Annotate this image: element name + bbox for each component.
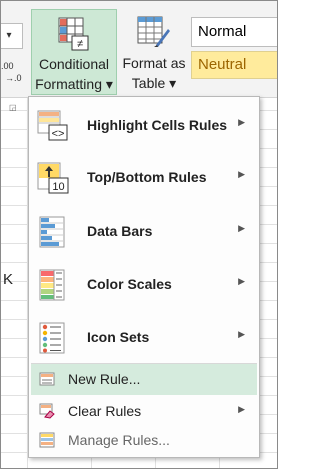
color-scales-icon [39,269,65,301]
new-rule-icon [39,372,55,386]
conditional-formatting-label-1: Conditional [38,56,110,72]
submenu-arrow-icon: ▶ [238,329,245,339]
submenu-arrow-icon: ▶ [238,404,245,414]
svg-text:10: 10 [52,181,64,193]
conditional-formatting-label-2: Formatting ▾ [35,76,113,92]
data-bars-icon [39,216,65,248]
menu-item-label: Icon Sets [87,329,150,345]
menu-item-label: Clear Rules [68,403,142,419]
manage-rules-icon [39,432,55,448]
submenu-arrow-icon: ▶ [238,117,245,127]
number-format-dropdown[interactable]: ▾ [1,23,23,49]
column-header-k: K [3,271,14,288]
submenu-arrow-icon: ▶ [238,276,245,286]
menu-item-top-bottom-rules[interactable]: 10 Top/Bottom Rules ▶ [31,152,257,204]
decrease-decimal-button[interactable]: .00 [1,61,14,71]
format-as-table-label-1: Format as [122,55,186,71]
clear-rules-icon [39,403,55,419]
menu-item-label: Data Bars [87,223,153,239]
dialog-launcher-icon[interactable]: ◲ [9,103,17,112]
conditional-formatting-button[interactable]: ≠ Conditional Formatting ▾ [31,9,117,95]
menu-item-manage-rules[interactable]: Manage Rules... [31,425,257,456]
top-bottom-rules-icon: 10 [37,162,69,194]
format-as-table-label-2: Table ▾ [131,75,177,91]
conditional-formatting-menu: <> Highlight Cells Rules ▶ 10 Top/Bottom… [28,96,260,458]
cell-style-normal[interactable]: Normal [191,17,277,47]
menu-item-label: Top/Bottom Rules [87,169,207,185]
menu-item-highlight-cells-rules[interactable]: <> Highlight Cells Rules ▶ [31,100,257,152]
conditional-formatting-icon: ≠ [58,17,89,51]
menu-item-clear-rules[interactable]: Clear Rules ▶ [31,396,257,427]
svg-text:<>: <> [52,128,65,140]
menu-item-new-rule[interactable]: New Rule... [31,364,257,395]
menu-item-label: Highlight Cells Rules [87,117,228,133]
menu-item-label: Color Scales [87,276,172,292]
svg-text:≠: ≠ [77,38,83,50]
submenu-arrow-icon: ▶ [238,169,245,179]
home-ribbon: ▾ .00 →.0 ≠ Conditional Formatting ▾ For… [1,1,277,98]
format-as-table-button[interactable]: Format as Table ▾ [119,9,189,95]
highlight-cells-rules-icon: <> [37,110,68,141]
cell-style-neutral[interactable]: Neutral [191,51,277,79]
number-format-group: ▾ .00 →.0 [1,1,25,97]
excel-window-crop: ▾ .00 →.0 ≠ Conditional Formatting ▾ For… [0,0,278,469]
menu-item-color-scales[interactable]: Color Scales ▶ [31,259,257,311]
menu-item-icon-sets[interactable]: Icon Sets ▶ [31,312,257,364]
menu-item-label: Manage Rules... [68,432,170,448]
format-as-table-icon [137,16,170,47]
submenu-arrow-icon: ▶ [238,223,245,233]
decimal-arrow-label: →.0 [5,73,22,83]
menu-item-data-bars[interactable]: Data Bars ▶ [31,206,257,258]
icon-sets-icon [39,322,65,354]
menu-item-label: New Rule... [68,371,141,387]
